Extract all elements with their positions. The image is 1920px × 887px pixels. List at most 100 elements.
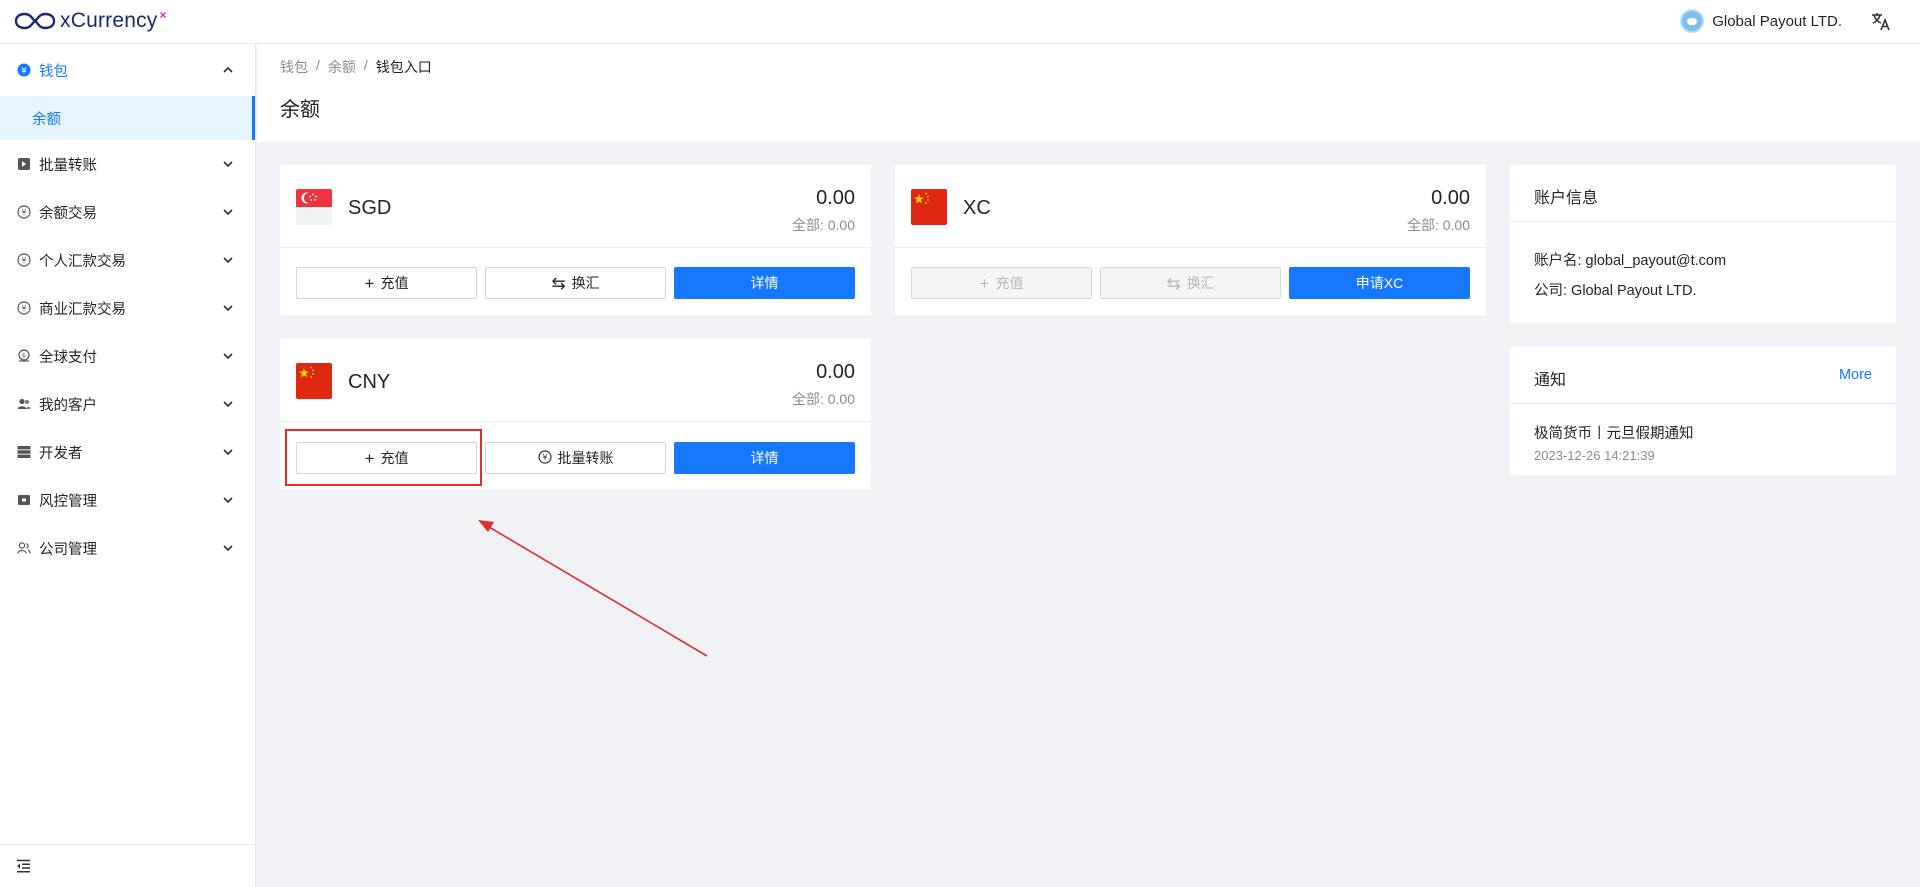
sidebar-item-label: 我的客户 [39, 397, 97, 414]
sidebar-collapse-bar [0, 844, 256, 887]
sidebar-subitem-balance[interactable]: 余额 [0, 96, 255, 140]
chevron-down-icon [223, 497, 233, 504]
exchange-button-disabled[interactable]: ⇆ 换汇 [1100, 267, 1281, 299]
china-flag-icon [296, 363, 332, 399]
business-remit-icon: ¥ [17, 301, 31, 315]
details-button[interactable]: 详情 [674, 267, 855, 299]
infinity-logo-icon [14, 12, 56, 30]
currency-card-cny: CNY 0.00 全部: 0.00 + 充值 ¥ 批量转账 详情 [280, 339, 871, 489]
svg-text:¥: ¥ [22, 304, 27, 313]
balance-total: 全部: 0.00 [1406, 217, 1470, 233]
notice-card: 通知 More 极简货币丨元旦假期通知 2023-12-26 14:21:39 [1510, 347, 1896, 475]
sidebar-item-label: 全球支付 [39, 349, 97, 366]
svg-text:$: $ [22, 352, 26, 360]
deposit-button[interactable]: + 充值 [296, 442, 477, 474]
sidebar-item-label: 开发者 [39, 445, 83, 462]
page-header: 钱包 / 余额 / 钱包入口 余额 [257, 44, 1920, 142]
plus-icon: + [979, 273, 990, 293]
button-label: 充值 [380, 450, 409, 466]
svg-text:¥: ¥ [22, 256, 27, 265]
balance-total: 全部: 0.00 [791, 217, 855, 233]
button-label: 换汇 [571, 275, 600, 291]
sidebar-item-global-pay[interactable]: $ 全球支付 [0, 332, 255, 380]
brand-mark: × [159, 8, 167, 22]
currency-code: XC [963, 197, 991, 219]
sidebar-item-wallet[interactable]: ¥ 钱包 [0, 46, 255, 94]
plus-icon: + [364, 448, 375, 468]
button-label: 详情 [750, 275, 779, 291]
sidebar-item-balance-trade[interactable]: ¥ 余额交易 [0, 188, 255, 236]
notice-item-date: 2023-12-26 14:21:39 [1534, 448, 1655, 463]
sidebar-item-risk[interactable]: 风控管理 [0, 476, 255, 524]
svg-text:¥: ¥ [22, 208, 27, 217]
sidebar-item-developer[interactable]: 开发者 [0, 428, 255, 476]
sidebar-item-label: 风控管理 [39, 493, 97, 510]
sidebar-item-label: 公司管理 [39, 541, 97, 558]
chevron-down-icon [223, 401, 233, 408]
account-info-card: 账户信息 账户名: global_payout@t.com 公司: Global… [1510, 165, 1896, 323]
card-divider [280, 421, 871, 422]
company-icon [17, 541, 31, 555]
sidebar-item-customers[interactable]: 我的客户 [0, 380, 255, 428]
singapore-flag-icon [296, 189, 332, 225]
sidebar-item-label: 商业汇款交易 [39, 301, 126, 318]
plus-icon: + [364, 273, 375, 293]
batch-transfer-button[interactable]: ¥ 批量转账 [485, 442, 666, 474]
chevron-down-icon [223, 449, 233, 456]
sidebar-item-batch-transfer[interactable]: 批量转账 [0, 140, 255, 188]
deposit-button[interactable]: + 充值 [296, 267, 477, 299]
company-avatar [1680, 9, 1705, 33]
company-switcher[interactable]: Global Payout LTD. [1680, 9, 1842, 33]
button-label: 详情 [750, 450, 779, 466]
svg-text:¥: ¥ [21, 67, 27, 77]
sidebar-item-personal-remit[interactable]: ¥ 个人汇款交易 [0, 236, 255, 284]
breadcrumb-item-balance[interactable]: 余额 [328, 57, 356, 77]
sidebar-item-business-remit[interactable]: ¥ 商业汇款交易 [0, 284, 255, 332]
chevron-down-icon [223, 353, 233, 360]
card-divider [1510, 221, 1896, 222]
balance-amount: 0.00 [816, 361, 855, 383]
apply-xc-button[interactable]: 申请XC [1289, 267, 1470, 299]
exchange-button[interactable]: ⇆ 换汇 [485, 267, 666, 299]
card-divider [280, 247, 871, 248]
developer-icon [17, 445, 31, 459]
balance-total: 全部: 0.00 [791, 391, 855, 407]
notice-more-link[interactable]: More [1839, 367, 1872, 383]
chevron-up-icon [223, 66, 233, 73]
breadcrumb-item-wallet[interactable]: 钱包 [280, 57, 308, 77]
translate-icon[interactable] [1870, 10, 1892, 32]
svg-text:¥: ¥ [542, 453, 547, 462]
button-label: 批量转账 [557, 450, 614, 466]
notice-item-title[interactable]: 极简货币丨元旦假期通知 [1534, 422, 1694, 443]
menu-fold-icon[interactable] [16, 859, 31, 873]
sidebar-item-company[interactable]: 公司管理 [0, 524, 255, 572]
deposit-button-disabled[interactable]: + 充值 [911, 267, 1092, 299]
chevron-down-icon [223, 305, 233, 312]
account-company: 公司: Global Payout LTD. [1534, 283, 1697, 299]
button-label: 充值 [380, 275, 409, 291]
global-pay-icon: $ [17, 349, 31, 363]
sidebar: ¥ 钱包 余额 批量转账 ¥ 余额交易 ¥ 个人汇款交易 ¥ 商业汇款交易 $ … [0, 44, 256, 887]
sidebar-subitem-label: 余额 [32, 111, 61, 128]
card-divider [1510, 403, 1896, 404]
breadcrumb-separator: / [363, 57, 368, 73]
annotation-arrow [478, 520, 708, 657]
swap-icon: ⇆ [1166, 273, 1181, 293]
button-label: 换汇 [1186, 275, 1215, 291]
company-name: Global Payout LTD. [1712, 12, 1842, 30]
account-info-title: 账户信息 [1534, 190, 1599, 207]
yen-circle-icon: ¥ [537, 449, 552, 467]
balance-amount: 0.00 [816, 187, 855, 209]
notice-title: 通知 [1534, 372, 1567, 389]
button-label: 申请XC [1355, 275, 1404, 291]
account-name: 账户名: global_payout@t.com [1534, 253, 1727, 269]
brand-logo[interactable]: xCurrency × [14, 6, 167, 36]
currency-code: SGD [348, 197, 392, 219]
balance-amount: 0.00 [1431, 187, 1470, 209]
china-flag-icon [911, 189, 947, 225]
top-bar: xCurrency × Global Payout LTD. [0, 0, 1920, 44]
currency-card-xc: XC 0.00 全部: 0.00 + 充值 ⇆ 换汇 申请XC [895, 165, 1486, 315]
breadcrumb-separator: / [316, 57, 320, 73]
batch-transfer-icon [17, 157, 31, 171]
details-button[interactable]: 详情 [674, 442, 855, 474]
